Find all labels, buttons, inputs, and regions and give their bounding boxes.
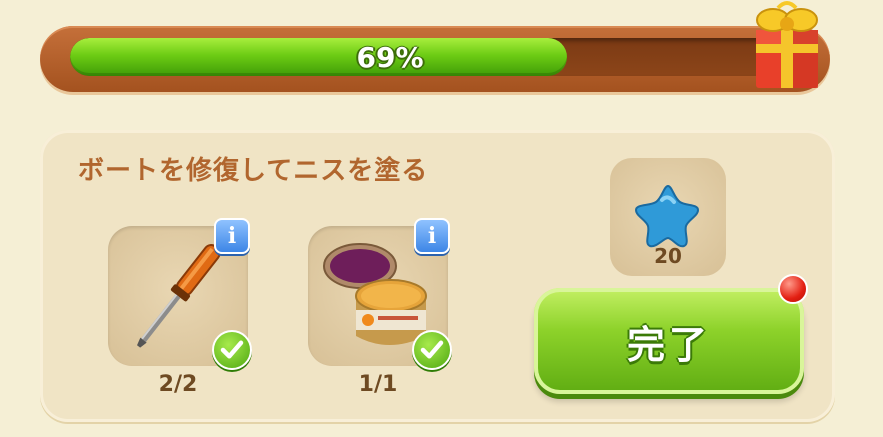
progress-bar: 69% (40, 26, 830, 92)
item-count-varnish: 1/1 (358, 372, 398, 397)
item-count-screwdriver: 2/2 (158, 372, 198, 397)
notification-dot (778, 274, 808, 304)
complete-button[interactable]: 完了 (534, 288, 804, 394)
progress-percent-label: 69% (356, 40, 424, 74)
check-icon (212, 330, 252, 370)
progress-track: 69% (70, 38, 790, 76)
complete-button-label: 完了 (626, 322, 711, 367)
task-panel: ボートを修復してニスを塗る i 2/2 i 1/1 20 完了 (40, 130, 835, 422)
reward-value: 20 (654, 244, 682, 268)
info-button-varnish[interactable]: i (414, 218, 450, 254)
info-button-screwdriver[interactable]: i (214, 218, 250, 254)
gift-icon[interactable] (748, 0, 826, 92)
check-icon (412, 330, 452, 370)
task-title: ボートを修復してニスを塗る (78, 156, 429, 186)
